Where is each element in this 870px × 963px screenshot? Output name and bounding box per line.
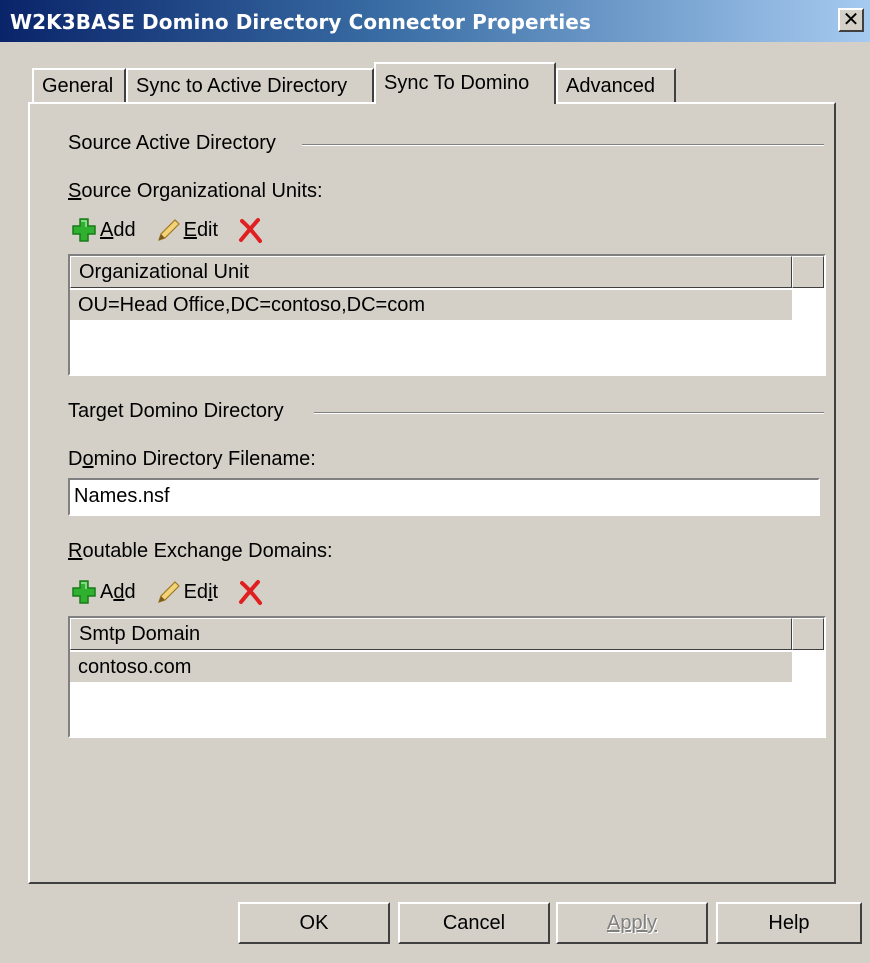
tab-general-label: General	[42, 75, 114, 97]
tab-sync-to-active-directory-label: Sync to Active Directory	[136, 75, 348, 97]
domains-list[interactable]: Smtp Domain contoso.com	[68, 616, 826, 738]
source-edit-button[interactable]: Edit	[154, 216, 218, 244]
pencil-icon	[157, 219, 180, 241]
source-add-button[interactable]: Add	[70, 216, 136, 244]
source-ou-list[interactable]: Organizational Unit OU=Head Office,DC=co…	[68, 254, 826, 376]
domains-list-header: Smtp Domain	[70, 618, 824, 650]
tab-sync-to-domino-label: Sync To Domino	[384, 72, 530, 94]
window-title: W2K3BASE Domino Directory Connector Prop…	[10, 10, 591, 34]
add-icon	[72, 580, 96, 604]
source-delete-button[interactable]	[236, 216, 264, 244]
source-group-title: Source Active Directory	[68, 132, 276, 154]
source-ou-label: Source Organizational Units:	[68, 180, 323, 202]
ok-button[interactable]: OK	[238, 902, 390, 944]
domains-delete-button[interactable]	[236, 578, 264, 606]
cancel-button[interactable]: Cancel	[398, 902, 550, 944]
domains-toolbar: Add Edit	[70, 576, 264, 608]
target-group-divider	[314, 412, 824, 414]
routable-domains-label: Routable Exchange Domains:	[68, 540, 333, 562]
apply-button[interactable]: Apply	[556, 902, 708, 944]
help-button[interactable]: Help	[716, 902, 862, 944]
column-header-filler	[792, 256, 824, 288]
tab-panel: Source Active Directory Source Organizat…	[28, 102, 836, 884]
domino-filename-label: Domino Directory Filename:	[68, 448, 316, 470]
list-item[interactable]: contoso.com	[70, 652, 792, 682]
column-header-filler	[792, 618, 824, 650]
target-group-title: Target Domino Directory	[68, 400, 284, 422]
domains-edit-button[interactable]: Edit	[154, 578, 218, 606]
add-icon	[72, 218, 96, 242]
source-group-divider	[302, 144, 824, 146]
delete-icon	[239, 218, 263, 243]
source-ou-list-header: Organizational Unit	[70, 256, 824, 288]
tab-sync-to-active-directory[interactable]: Sync to Active Directory	[126, 68, 374, 104]
tab-general[interactable]: General	[32, 68, 126, 104]
domino-filename-input[interactable]: Names.nsf	[68, 478, 820, 516]
apply-button-label: Apply	[606, 912, 658, 934]
close-button[interactable]: ✕	[838, 8, 864, 32]
column-header-smtp-domain[interactable]: Smtp Domain	[70, 618, 792, 650]
tab-advanced[interactable]: Advanced	[556, 68, 676, 104]
delete-icon	[239, 580, 263, 605]
tab-sync-to-domino[interactable]: Sync To Domino	[374, 62, 556, 104]
tab-advanced-label: Advanced	[566, 75, 655, 97]
pencil-icon	[157, 581, 180, 603]
source-ou-toolbar: Add Edit	[70, 214, 264, 246]
close-icon: ✕	[842, 7, 860, 31]
list-item[interactable]: OU=Head Office,DC=contoso,DC=com	[70, 290, 792, 320]
column-header-organizational-unit[interactable]: Organizational Unit	[70, 256, 792, 288]
title-bar[interactable]: W2K3BASE Domino Directory Connector Prop…	[0, 0, 870, 42]
domains-add-button[interactable]: Add	[70, 578, 136, 606]
